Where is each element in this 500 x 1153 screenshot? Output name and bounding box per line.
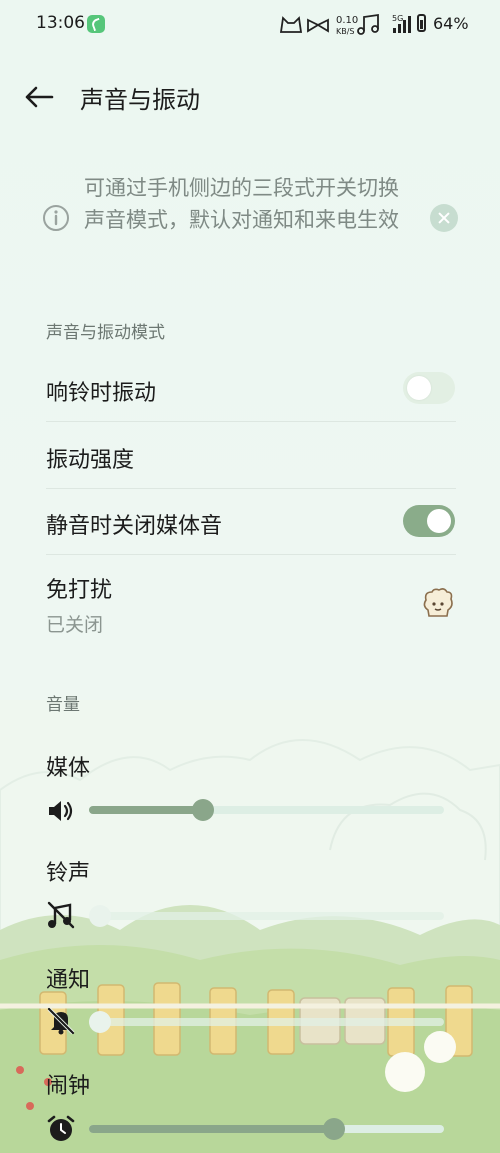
- music-note-icon: [357, 13, 379, 35]
- ringtone-volume-slider[interactable]: [89, 905, 444, 927]
- notice-text: 可通过手机侧边的三段式开关切换声音模式，默认对通知和来电生效: [84, 176, 399, 232]
- slider-thumb[interactable]: [89, 905, 111, 927]
- notification-volume-slider[interactable]: [89, 1011, 444, 1033]
- status-icons: 0.10 KB/S 5G: [280, 13, 411, 36]
- signal-label: 5G: [392, 14, 403, 23]
- slider-fill: [89, 806, 203, 814]
- cat-icon: [280, 16, 303, 33]
- ringtone-volume-label: 铃声: [46, 861, 91, 886]
- media-volume-label: 媒体: [46, 756, 91, 781]
- net-speed-value: 0.10: [336, 15, 358, 26]
- ring-vibrate-toggle[interactable]: [403, 372, 455, 404]
- section-title-volume: 音量: [46, 695, 80, 715]
- music-note-muted-icon[interactable]: [46, 900, 76, 930]
- dnd-label[interactable]: 免打扰: [46, 572, 112, 604]
- close-icon[interactable]: [430, 204, 458, 232]
- divider: [46, 421, 456, 422]
- alarm-clock-icon[interactable]: [46, 1114, 76, 1144]
- vibration-intensity-label[interactable]: 振动强度: [46, 442, 134, 474]
- status-bar: 13:06 0.10 KB/S 5G 64%: [0, 0, 500, 48]
- dnd-status: 已关闭: [46, 614, 104, 636]
- back-arrow-icon[interactable]: [22, 80, 56, 114]
- slider-thumb[interactable]: [323, 1118, 345, 1140]
- alarm-volume-label: 闹钟: [46, 1074, 91, 1099]
- divider: [46, 488, 456, 489]
- info-icon: [43, 205, 69, 231]
- notification-volume-label: 通知: [46, 968, 91, 993]
- battery-icon: [417, 14, 426, 32]
- page-title: 声音与振动: [80, 86, 200, 114]
- status-time: 13:06: [36, 13, 85, 33]
- battery-percent: 64%: [433, 14, 469, 33]
- section-title-mode: 声音与振动模式: [46, 323, 165, 343]
- phone-call-icon: [87, 15, 105, 33]
- divider: [46, 554, 456, 555]
- media-volume-slider[interactable]: [89, 799, 444, 821]
- alarm-volume-slider[interactable]: [89, 1118, 444, 1140]
- sheep-icon[interactable]: [420, 586, 456, 620]
- bow-icon: [307, 18, 329, 33]
- ring-vibrate-label[interactable]: 响铃时振动: [46, 375, 156, 407]
- net-speed-unit: KB/S: [336, 27, 355, 36]
- mute-media-label[interactable]: 静音时关闭媒体音: [46, 508, 222, 540]
- bell-muted-icon[interactable]: [46, 1006, 76, 1036]
- slider-thumb[interactable]: [89, 1011, 111, 1033]
- slider-thumb[interactable]: [192, 799, 214, 821]
- slider-fill: [89, 1125, 334, 1133]
- mute-media-toggle[interactable]: [403, 505, 455, 537]
- speaker-icon[interactable]: [46, 796, 76, 826]
- toggle-knob: [407, 376, 431, 400]
- toggle-knob: [427, 509, 451, 533]
